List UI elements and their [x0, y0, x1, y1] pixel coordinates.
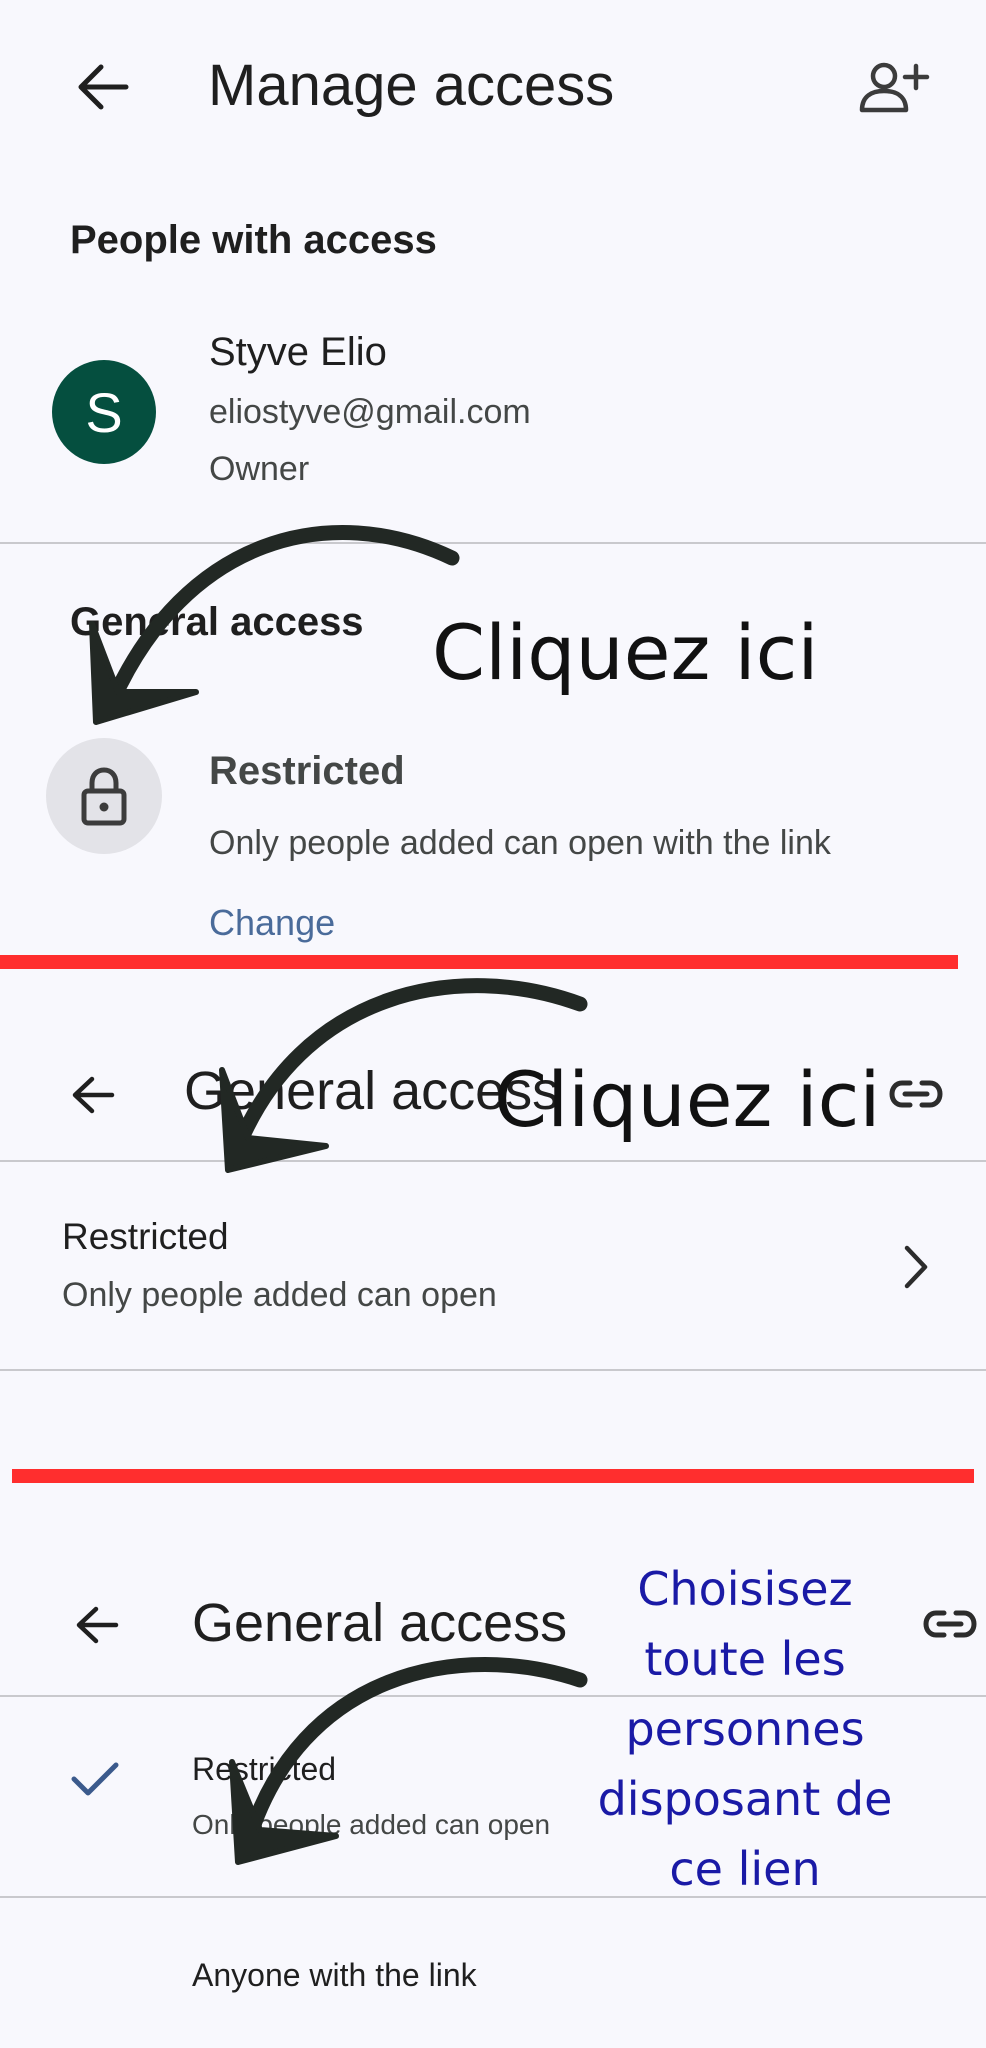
annotation-line: toute les: [644, 1632, 846, 1686]
avatar-initial: S: [85, 380, 123, 444]
option-restricted-label: Restricted: [192, 1751, 337, 1787]
option-restricted-subtitle: Only people added can open: [192, 1809, 551, 1840]
annotation-click-here: Cliquez ici: [432, 608, 819, 697]
owner-email: eliostyve@gmail.com: [209, 393, 531, 431]
link-icon[interactable]: [922, 1608, 978, 1640]
divider: [0, 542, 986, 544]
lock-icon: [79, 766, 129, 826]
change-link[interactable]: Change: [209, 902, 335, 944]
annotation-line: Choisisez: [637, 1562, 853, 1616]
avatar: S: [52, 360, 156, 464]
check-icon: [70, 1759, 120, 1799]
owner-role: Owner: [209, 450, 310, 488]
page-title: Manage access: [208, 53, 615, 118]
owner-name: Styve Elio: [209, 330, 387, 374]
annotation-line: personnes: [625, 1702, 865, 1756]
restricted-row-title: Restricted: [62, 1216, 229, 1257]
access-level: Restricted: [209, 749, 405, 793]
annotation-line: disposant de: [597, 1772, 893, 1826]
annotation-line: ce lien: [669, 1842, 821, 1896]
people-with-access-heading: People with access: [70, 218, 437, 262]
red-separator: [0, 955, 958, 969]
chevron-right-icon: [902, 1244, 930, 1290]
annotation-click-here: Cliquez ici: [494, 1055, 881, 1144]
general-access-heading: General access: [70, 600, 364, 644]
lock-button[interactable]: [46, 738, 162, 854]
back-arrow-icon[interactable]: [74, 1604, 120, 1646]
red-separator: [12, 1469, 974, 1483]
restricted-row[interactable]: Restricted Only people added can open: [0, 1162, 986, 1370]
back-arrow-icon[interactable]: [70, 1074, 116, 1116]
add-person-icon[interactable]: [858, 60, 930, 116]
general-access-title: General access: [192, 1593, 568, 1653]
access-description: Only people added can open with the link: [209, 824, 831, 862]
option-anyone-with-link[interactable]: Anyone with the link: [192, 1957, 477, 1994]
divider: [0, 1369, 986, 1371]
back-arrow-icon[interactable]: [74, 62, 132, 112]
link-icon[interactable]: [888, 1078, 944, 1110]
restricted-row-subtitle: Only people added can open: [62, 1276, 497, 1314]
annotation-choose-anyone: Choisisez toute les personnes disposant …: [560, 1554, 930, 1904]
